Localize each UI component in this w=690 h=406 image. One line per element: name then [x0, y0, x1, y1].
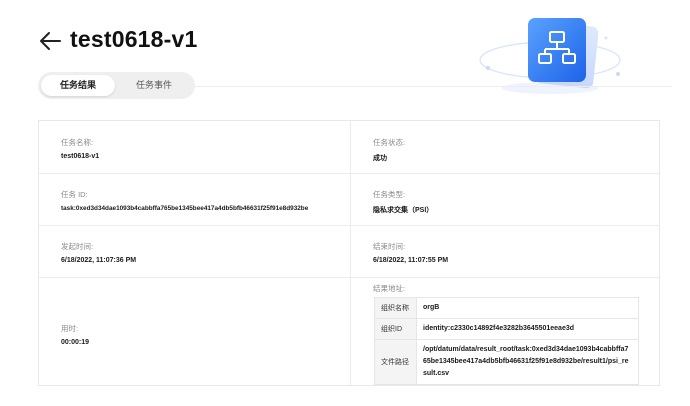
start-time-label: 发起时间: — [61, 242, 94, 251]
tab-bar: 任务结果 任务事件 — [38, 72, 195, 99]
duration-field: 用时: 00:00:19 — [61, 323, 89, 346]
task-id-label: 任务 ID: — [61, 190, 88, 199]
file-path-key: 文件路径 — [374, 339, 417, 385]
result-address-field: 结果地址: — [373, 283, 405, 294]
duration-value: 00:00:19 — [61, 339, 90, 346]
file-path-value: /opt/datum/data/result_root/task:0xed3d3… — [416, 339, 639, 385]
end-time-value: 6/18/2022, 11:07:55 PM — [373, 257, 449, 264]
detail-row — [39, 121, 659, 174]
task-id-field: 任务 ID: task:0xed3d34dae1093b4cabbffa765b… — [61, 189, 308, 212]
task-type-field: 任务类型: 隐私求交集（PSI） — [373, 189, 433, 215]
start-time-field: 发起时间: 6/18/2022, 11:07:36 PM — [61, 241, 136, 264]
task-status-label: 任务状态: — [373, 138, 406, 147]
duration-label: 用时: — [61, 324, 79, 333]
task-name-label: 任务名称: — [61, 138, 94, 147]
table-row: 文件路径 /opt/datum/data/result_root/task:0x… — [374, 339, 639, 385]
tab-task-result[interactable]: 任务结果 — [41, 75, 115, 96]
page-title: test0618-v1 — [70, 26, 198, 52]
task-status-value: 成功 — [373, 155, 387, 162]
end-time-label: 结束时间: — [373, 242, 406, 251]
workflow-illustration-icon — [479, 18, 621, 94]
task-type-label: 任务类型: — [373, 190, 406, 199]
task-detail-panel: 任务名称: test0618-v1 任务状态: 成功 任务 ID: task:0… — [38, 120, 660, 386]
result-address-label: 结果地址: — [373, 284, 406, 293]
task-status-field: 任务状态: 成功 — [373, 137, 405, 163]
task-type-value: 隐私求交集（PSI） — [373, 207, 434, 214]
page-header: test0618-v1 — [0, 0, 690, 120]
org-id-key: 组织ID — [374, 318, 417, 340]
back-arrow-icon[interactable] — [38, 30, 62, 52]
table-row: 组织ID identity:c2330c14892f4e3282b3645501… — [374, 318, 639, 340]
org-name-key: 组织名称 — [374, 297, 417, 319]
tab-task-events[interactable]: 任务事件 — [117, 75, 191, 96]
end-time-field: 结束时间: 6/18/2022, 11:07:55 PM — [373, 241, 448, 264]
task-name-value: test0618-v1 — [61, 153, 100, 160]
result-address-table: 组织名称 orgB 组织ID identity:c2330c14892f4e32… — [374, 297, 639, 385]
org-id-value: identity:c2330c14892f4e3282b3645501eeae3… — [416, 318, 639, 340]
table-row: 组织名称 orgB — [374, 297, 639, 319]
start-time-value: 6/18/2022, 11:07:36 PM — [61, 257, 137, 264]
task-name-field: 任务名称: test0618-v1 — [61, 137, 99, 160]
org-name-value: orgB — [416, 297, 639, 319]
task-id-value: task:0xed3d34dae1093b4cabbffa765be1345be… — [61, 205, 309, 212]
tab-divider — [195, 86, 672, 87]
